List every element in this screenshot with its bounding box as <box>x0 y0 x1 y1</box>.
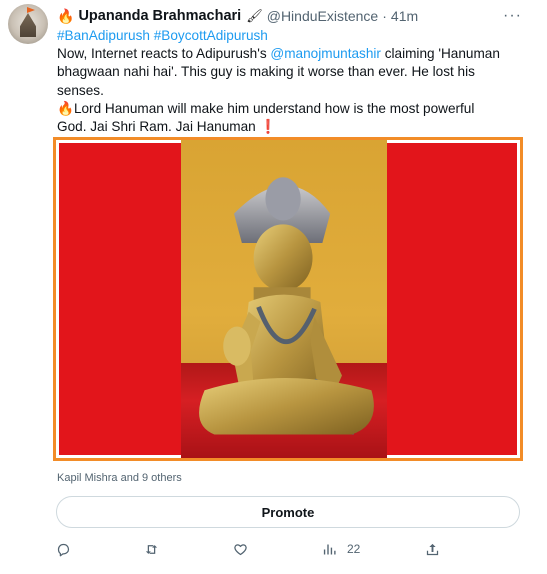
exclamation-emoji-icon: ❗ <box>259 119 277 135</box>
head-shape <box>253 224 313 292</box>
separator-dot: · <box>382 8 387 24</box>
hashtag-link[interactable]: #BoycottAdipurush <box>154 28 268 43</box>
author-name[interactable]: Upananda Brahmachari <box>78 8 241 24</box>
reply-icon <box>57 543 70 556</box>
share-icon <box>426 543 439 555</box>
text-segment: God. Jai Shri Ram. Jai Hanuman <box>57 119 256 135</box>
fire-emoji-icon: 🔥 <box>57 7 75 24</box>
text-line: bhagwaan nahi hai'. This guy is making i… <box>57 64 475 80</box>
share-button[interactable] <box>425 538 440 560</box>
tweet-timestamp[interactable]: 41m <box>391 8 418 24</box>
paintbrush-emoji-icon: 🖌 <box>246 8 263 23</box>
text-line: Now, Internet reacts to Adipurush's @man… <box>57 45 537 63</box>
retweet-icon <box>145 544 158 554</box>
text-line: God. Jai Shri Ram. Jai Hanuman ❗ <box>57 118 537 136</box>
text-segment: Lord Hanuman will make him understand ho… <box>73 100 475 116</box>
retweet-button[interactable] <box>144 538 159 560</box>
crossed-legs-shape <box>199 378 374 435</box>
heart-icon <box>234 543 247 555</box>
raised-palm <box>223 326 251 366</box>
views-button[interactable]: 22 <box>322 538 360 560</box>
views-count: 22 <box>347 542 361 556</box>
hashtag-link[interactable]: #BanAdipurush <box>57 28 150 43</box>
hashtags-line: #BanAdipurush #BoycottAdipurush <box>57 27 537 45</box>
tweet-image[interactable] <box>53 137 523 461</box>
flag-image <box>27 7 35 13</box>
text-segment: claiming 'Hanuman <box>380 46 500 62</box>
views-icon <box>323 544 336 554</box>
hanuman-statue-illustration <box>199 177 374 435</box>
reply-button[interactable] <box>56 538 71 560</box>
temple-image <box>20 13 36 37</box>
social-context[interactable]: Kapil Mishra and 9 others <box>57 472 182 484</box>
text-line: 🔥Lord Hanuman will make him understand h… <box>57 100 537 118</box>
avatar[interactable] <box>8 4 48 44</box>
tweet: 🔥 Upananda Brahmachari 🖌 @HinduExistence… <box>0 0 547 574</box>
tweet-header: 🔥 Upananda Brahmachari 🖌 @HinduExistence… <box>57 6 418 26</box>
crown-top <box>265 177 301 221</box>
like-button[interactable] <box>233 538 248 560</box>
fire-emoji-icon: 🔥 <box>57 100 74 116</box>
text-segment: Now, Internet reacts to Adipurush's <box>57 46 271 62</box>
action-bar: 22 <box>0 538 547 560</box>
mention-link[interactable]: @manojmuntashir <box>270 46 381 61</box>
tweet-text: #BanAdipurush #BoycottAdipurush Now, Int… <box>57 27 537 136</box>
text-line: senses. <box>57 82 104 98</box>
more-options-icon[interactable]: ··· <box>503 7 522 25</box>
promote-button[interactable]: Promote <box>56 496 520 528</box>
author-handle[interactable]: @HinduExistence <box>267 8 379 24</box>
